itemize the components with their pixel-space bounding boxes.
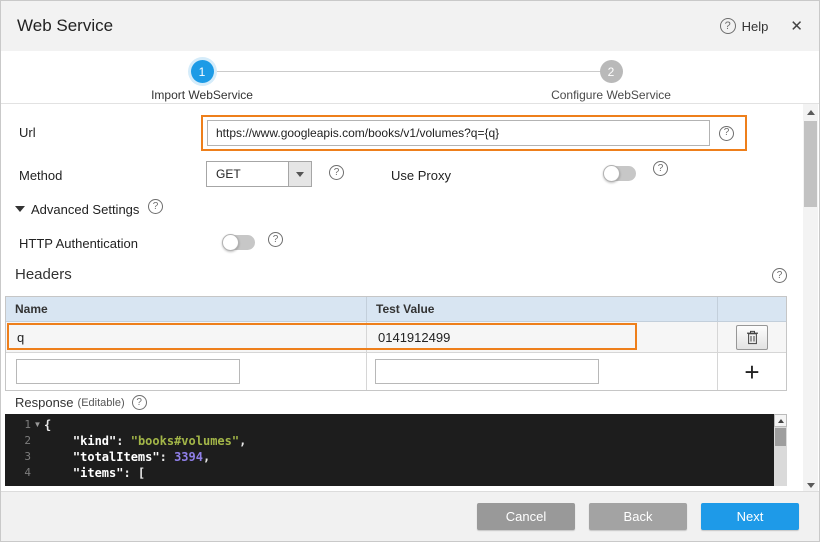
advanced-settings-label[interactable]: Advanced Settings [31, 202, 139, 217]
main-content: Url ? Method GET ? Use Proxy ? Advanced … [1, 104, 819, 493]
column-header-actions [718, 297, 786, 321]
back-button[interactable]: Back [589, 503, 687, 530]
web-service-dialog: Web Service ? Help ✕ 1 Import WebService… [0, 0, 820, 542]
code-line: 1▼{ [5, 417, 787, 433]
fold-gutter [31, 465, 44, 481]
response-label: Response [15, 395, 74, 410]
step-configure-webservice[interactable]: 2 Configure WebService [521, 60, 701, 102]
url-field-highlight: ? [201, 115, 747, 151]
use-proxy-label: Use Proxy [391, 168, 451, 183]
fold-gutter [31, 433, 44, 449]
header-test-value-cell[interactable]: 0141912499 [367, 322, 718, 352]
method-dropdown-button[interactable] [288, 162, 311, 186]
header-name-cell[interactable]: q [6, 322, 367, 352]
dialog-title: Web Service [17, 16, 113, 36]
step-2-circle[interactable]: 2 [600, 60, 623, 83]
toggle-knob [603, 165, 620, 182]
code-text: "totalItems": 3394, [44, 449, 210, 465]
triangle-up-icon [778, 419, 784, 423]
http-auth-label: HTTP Authentication [19, 236, 138, 251]
code-lines: 1▼{2 "kind": "books#volumes",3 "totalIte… [5, 414, 787, 481]
table-row: q 0141912499 [6, 322, 786, 353]
step-import-webservice[interactable]: 1 Import WebService [112, 60, 292, 102]
code-line: 2 "kind": "books#volumes", [5, 433, 787, 449]
url-help-icon[interactable]: ? [719, 126, 734, 141]
new-name-cell [6, 353, 367, 390]
response-help-icon[interactable]: ? [132, 395, 147, 410]
headers-table-header: Name Test Value [6, 297, 786, 322]
line-number: 1 [5, 417, 31, 433]
new-header-name-input[interactable] [16, 359, 240, 384]
line-number: 2 [5, 433, 31, 449]
cancel-button[interactable]: Cancel [477, 503, 575, 530]
step-2-label: Configure WebService [521, 88, 701, 102]
fold-arrow-icon[interactable]: ▼ [31, 417, 44, 433]
http-auth-toggle[interactable] [223, 235, 255, 250]
help-link[interactable]: Help [742, 19, 769, 34]
trash-icon [746, 330, 759, 345]
triangle-down-icon [807, 483, 815, 488]
step-1-circle[interactable]: 1 [191, 60, 214, 83]
collapse-triangle-icon[interactable] [15, 206, 25, 212]
page-scrollbar[interactable] [803, 104, 818, 493]
headers-help-icon[interactable]: ? [772, 268, 787, 283]
code-text: "items": [ [44, 465, 145, 481]
scroll-up-button[interactable] [803, 104, 818, 120]
line-number: 4 [5, 465, 31, 481]
line-number: 3 [5, 449, 31, 465]
toggle-knob [222, 234, 239, 251]
delete-row-button[interactable] [736, 325, 768, 350]
next-button[interactable]: Next [701, 503, 799, 530]
triangle-up-icon [807, 110, 815, 115]
method-selected-value: GET [207, 162, 288, 186]
headers-table: Name Test Value q 0141912499 [5, 296, 787, 391]
use-proxy-help-icon[interactable]: ? [653, 161, 668, 176]
new-header-value-input[interactable] [375, 359, 599, 384]
scrollbar-thumb[interactable] [804, 121, 817, 207]
dialog-footer: Cancel Back Next [1, 491, 819, 541]
method-select[interactable]: GET [206, 161, 312, 187]
table-row-new: + [6, 353, 786, 390]
url-input[interactable] [207, 120, 710, 146]
new-test-value-cell [367, 353, 718, 390]
advanced-settings-help-icon[interactable]: ? [148, 199, 163, 214]
add-row-cell: + [718, 353, 786, 390]
step-1-label: Import WebService [112, 88, 292, 102]
titlebar: Web Service ? Help ✕ [1, 1, 819, 51]
column-header-name: Name [6, 297, 367, 321]
wizard-stepper: 1 Import WebService 2 Configure WebServi… [1, 51, 819, 104]
http-auth-help-icon[interactable]: ? [268, 232, 283, 247]
row-actions-cell [718, 322, 786, 352]
editor-scroll-up-icon[interactable] [774, 414, 787, 427]
code-line: 3 "totalItems": 3394, [5, 449, 787, 465]
column-header-test-value: Test Value [367, 297, 718, 321]
editor-scrollbar-thumb[interactable] [775, 428, 786, 446]
response-code-editor[interactable]: 1▼{2 "kind": "books#volumes",3 "totalIte… [5, 414, 787, 486]
fold-gutter [31, 449, 44, 465]
close-icon[interactable]: ✕ [790, 17, 803, 35]
url-label: Url [19, 125, 36, 140]
code-line: 4 "items": [ [5, 465, 787, 481]
response-editable-note: (Editable) [78, 397, 125, 409]
code-text: "kind": "books#volumes", [44, 433, 246, 449]
chevron-down-icon [296, 172, 304, 177]
add-row-button[interactable]: + [744, 359, 759, 385]
use-proxy-toggle[interactable] [604, 166, 636, 181]
help-icon[interactable]: ? [720, 18, 736, 34]
headers-section-title: Headers [15, 266, 72, 283]
method-help-icon[interactable]: ? [329, 165, 344, 180]
titlebar-actions: ? Help ✕ [720, 17, 803, 35]
editor-scrollbar[interactable] [774, 414, 787, 486]
response-label-row: Response (Editable) ? [15, 395, 147, 410]
code-text: { [44, 417, 51, 433]
method-label: Method [19, 168, 62, 183]
